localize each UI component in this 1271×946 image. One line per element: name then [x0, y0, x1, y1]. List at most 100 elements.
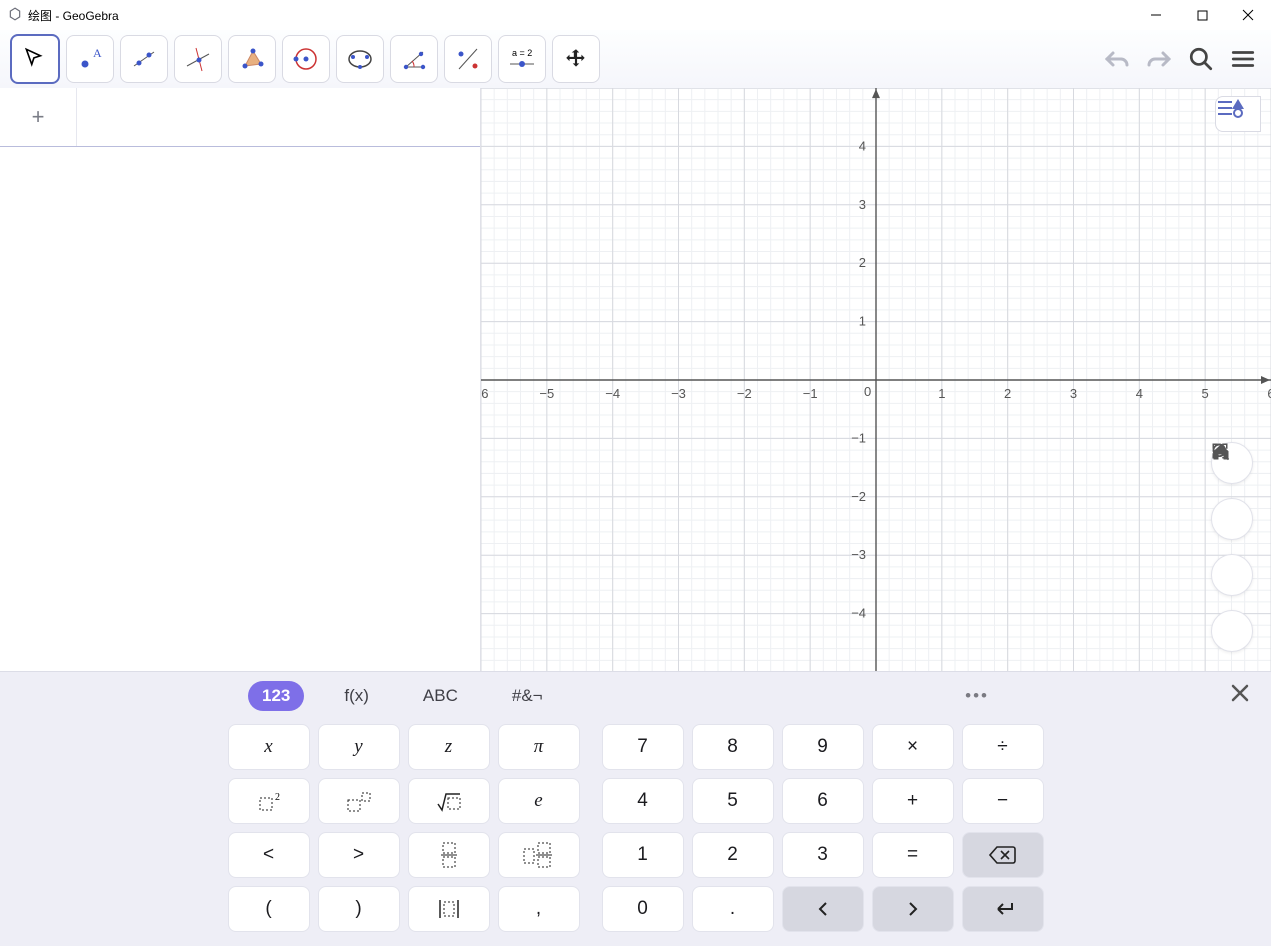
key-e[interactable]: e	[498, 778, 580, 824]
key-0[interactable]: 0	[602, 886, 684, 932]
zoom-in-button[interactable]	[1211, 498, 1253, 540]
svg-text:−1: −1	[851, 430, 866, 445]
tool-point[interactable]: A	[66, 35, 114, 83]
key-enter[interactable]	[962, 886, 1044, 932]
key-8[interactable]: 8	[692, 724, 774, 770]
svg-text:1: 1	[938, 386, 945, 401]
key-2[interactable]: 2	[692, 832, 774, 878]
key-4[interactable]: 4	[602, 778, 684, 824]
keyboard-right-block: 7 8 9 × ÷ 4 5 6 + − 1 2 3 = 0 .	[602, 724, 1044, 932]
svg-text:2: 2	[859, 255, 866, 270]
tool-perpendicular[interactable]	[174, 35, 222, 83]
zoom-out-button[interactable]	[1211, 554, 1253, 596]
keyboard-close-button[interactable]	[1231, 684, 1249, 708]
svg-text:4: 4	[1136, 386, 1143, 401]
keyboard-more-button[interactable]: •••	[965, 686, 989, 706]
svg-text:A: A	[93, 46, 102, 60]
key-z[interactable]: z	[408, 724, 490, 770]
app-icon	[8, 7, 22, 24]
key-left[interactable]	[782, 886, 864, 932]
svg-text:−5: −5	[539, 386, 554, 401]
maximize-button[interactable]	[1179, 0, 1225, 30]
key-plus[interactable]: +	[872, 778, 954, 824]
svg-text:3: 3	[859, 197, 866, 212]
tool-slider[interactable]: a = 2	[498, 35, 546, 83]
graphics-settings-button[interactable]	[1215, 96, 1261, 132]
svg-text:−3: −3	[671, 386, 686, 401]
svg-text:−1: −1	[803, 386, 818, 401]
key-comma[interactable]: ,	[498, 886, 580, 932]
key-x[interactable]: x	[228, 724, 310, 770]
redo-button[interactable]	[1141, 41, 1177, 77]
tool-ellipse[interactable]	[336, 35, 384, 83]
svg-text:2: 2	[1004, 386, 1011, 401]
key-pi[interactable]: π	[498, 724, 580, 770]
tool-reflect[interactable]	[444, 35, 492, 83]
svg-text:6: 6	[1267, 386, 1271, 401]
key-5[interactable]: 5	[692, 778, 774, 824]
svg-text:−3: −3	[851, 547, 866, 562]
key-lparen[interactable]: (	[228, 886, 310, 932]
key-equals[interactable]: =	[872, 832, 954, 878]
svg-text:2: 2	[275, 792, 280, 803]
add-input-button[interactable]: +	[0, 88, 77, 146]
key-rparen[interactable]: )	[318, 886, 400, 932]
svg-text:5: 5	[1202, 386, 1209, 401]
tool-move[interactable]	[10, 34, 60, 84]
toolbar: A a = 2	[0, 30, 1271, 89]
math-keyboard: 123 f(x) ABC #&¬ ••• x y z π 2 e < > ( )…	[0, 671, 1271, 946]
key-9[interactable]: 9	[782, 724, 864, 770]
key-backspace[interactable]	[962, 832, 1044, 878]
window-title: 绘图 - GeoGebra	[28, 7, 119, 24]
kbd-tab-abc[interactable]: ABC	[409, 681, 472, 711]
graphics-view[interactable]: −6 −5 −4 −3 −2 −1 0 1 2 3 4 5 6 −4 −3 −2 −1 1 2 3 4	[481, 88, 1271, 672]
input-row: +	[0, 88, 480, 147]
svg-text:−2: −2	[851, 489, 866, 504]
key-power[interactable]	[318, 778, 400, 824]
key-6[interactable]: 6	[782, 778, 864, 824]
key-minus[interactable]: −	[962, 778, 1044, 824]
svg-text:1: 1	[859, 314, 866, 329]
svg-text:−4: −4	[851, 606, 866, 621]
svg-text:0: 0	[864, 384, 871, 399]
key-square[interactable]: 2	[228, 778, 310, 824]
key-lt[interactable]: <	[228, 832, 310, 878]
menu-button[interactable]	[1225, 41, 1261, 77]
graphics-fab-column	[1211, 442, 1253, 652]
svg-text:−4: −4	[605, 386, 620, 401]
key-3[interactable]: 3	[782, 832, 864, 878]
kbd-tab-fx[interactable]: f(x)	[330, 681, 383, 711]
key-gt[interactable]: >	[318, 832, 400, 878]
tool-circle[interactable]	[282, 35, 330, 83]
kbd-tab-123[interactable]: 123	[248, 681, 304, 711]
svg-text:−2: −2	[737, 386, 752, 401]
key-abs[interactable]	[408, 886, 490, 932]
key-fraction[interactable]	[408, 832, 490, 878]
svg-text:−6: −6	[481, 386, 488, 401]
keyboard-left-block: x y z π 2 e < > ( ) ,	[228, 724, 580, 932]
svg-text:3: 3	[1070, 386, 1077, 401]
algebra-input[interactable]	[77, 88, 480, 146]
key-right[interactable]	[872, 886, 954, 932]
titlebar: 绘图 - GeoGebra	[0, 0, 1271, 30]
tool-angle[interactable]	[390, 35, 438, 83]
tool-polygon[interactable]	[228, 35, 276, 83]
key-multiply[interactable]: ×	[872, 724, 954, 770]
key-1[interactable]: 1	[602, 832, 684, 878]
fullscreen-button[interactable]	[1211, 610, 1253, 652]
close-window-button[interactable]	[1225, 0, 1271, 30]
key-sqrt[interactable]	[408, 778, 490, 824]
key-mixed-fraction[interactable]	[498, 832, 580, 878]
tool-move-view[interactable]	[552, 35, 600, 83]
key-dot[interactable]: .	[692, 886, 774, 932]
key-divide[interactable]: ÷	[962, 724, 1044, 770]
kbd-tab-symbols[interactable]: #&¬	[498, 681, 557, 711]
key-7[interactable]: 7	[602, 724, 684, 770]
minimize-button[interactable]	[1133, 0, 1179, 30]
svg-text:a = 2: a = 2	[512, 48, 532, 58]
search-button[interactable]	[1183, 41, 1219, 77]
tool-line[interactable]	[120, 35, 168, 83]
svg-text:4: 4	[859, 138, 866, 153]
key-y[interactable]: y	[318, 724, 400, 770]
undo-button[interactable]	[1099, 41, 1135, 77]
